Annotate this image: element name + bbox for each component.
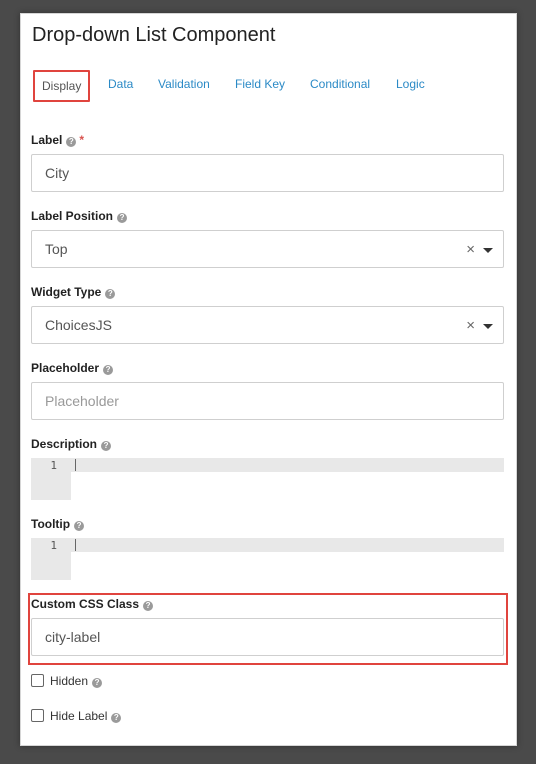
help-icon[interactable]: ?	[111, 713, 122, 723]
tooltip-text: Tooltip	[31, 517, 71, 531]
tooltip-label: Tooltip?	[31, 517, 85, 531]
description-label: Description?	[31, 437, 112, 451]
settings-tabs: Display Data Validation Field Key Condit…	[33, 70, 516, 102]
hidden-checkbox-label: Hidden	[50, 674, 89, 688]
widget-type-text: Widget Type	[31, 285, 102, 299]
widget-type-select[interactable]: ChoicesJS ×	[31, 306, 504, 344]
help-icon[interactable]: ?	[66, 137, 77, 147]
line-number: 1	[50, 459, 57, 472]
widget-type-label: Widget Type?	[31, 285, 116, 299]
editor-active-line	[71, 538, 504, 552]
description-text: Description	[31, 437, 98, 451]
help-icon[interactable]: ?	[105, 289, 116, 299]
text-cursor	[75, 459, 76, 471]
label-position-select[interactable]: Top ×	[31, 230, 504, 268]
component-settings-dialog: Drop-down List Component Display Data Va…	[20, 13, 517, 746]
help-icon[interactable]: ?	[92, 678, 103, 688]
select-controls: ×	[466, 307, 493, 343]
tab-conditional[interactable]: Conditional	[310, 70, 370, 98]
clear-icon[interactable]: ×	[466, 317, 475, 334]
custom-css-class-label: Custom CSS Class?	[31, 597, 154, 611]
hidden-checkbox[interactable]	[31, 674, 44, 687]
label-input[interactable]: City	[31, 154, 504, 192]
help-icon[interactable]: ?	[101, 441, 112, 451]
placeholder-input[interactable]: Placeholder	[31, 382, 504, 420]
required-marker: *	[79, 133, 85, 147]
dialog-title: Drop-down List Component	[32, 24, 276, 46]
hide-label-checkbox-row[interactable]: Hide Label?	[31, 708, 122, 724]
chevron-down-icon[interactable]	[483, 323, 493, 329]
line-number: 1	[50, 539, 57, 552]
help-icon[interactable]: ?	[103, 365, 114, 375]
chevron-down-icon[interactable]	[483, 247, 493, 253]
hide-label-checkbox[interactable]	[31, 709, 44, 722]
placeholder-text: Placeholder	[31, 361, 100, 375]
help-icon[interactable]: ?	[117, 213, 128, 223]
tab-data[interactable]: Data	[108, 70, 133, 98]
label-field-text: Label	[31, 133, 63, 147]
custom-css-class-input[interactable]: city-label	[31, 618, 504, 656]
label-position-label: Label Position?	[31, 209, 128, 223]
tab-display[interactable]: Display	[33, 70, 91, 102]
tab-validation[interactable]: Validation	[158, 70, 210, 98]
label-position-value: Top	[45, 241, 68, 257]
tab-field-key[interactable]: Field Key	[235, 70, 285, 98]
label-position-text: Label Position	[31, 209, 114, 223]
help-icon[interactable]: ?	[74, 521, 85, 531]
text-cursor	[75, 539, 76, 551]
select-controls: ×	[466, 231, 493, 267]
hide-label-checkbox-label: Hide Label	[50, 709, 108, 723]
clear-icon[interactable]: ×	[466, 241, 475, 258]
custom-css-class-text: Custom CSS Class	[31, 597, 140, 611]
tab-logic[interactable]: Logic	[396, 70, 425, 98]
widget-type-value: ChoicesJS	[45, 317, 112, 333]
label-field-label: Label? *	[31, 133, 84, 147]
help-icon[interactable]: ?	[143, 601, 154, 611]
description-editor[interactable]: 1	[31, 458, 504, 500]
hidden-checkbox-row[interactable]: Hidden?	[31, 673, 103, 689]
editor-active-line	[71, 458, 504, 472]
placeholder-label: Placeholder?	[31, 361, 114, 375]
tooltip-editor[interactable]: 1	[31, 538, 504, 580]
